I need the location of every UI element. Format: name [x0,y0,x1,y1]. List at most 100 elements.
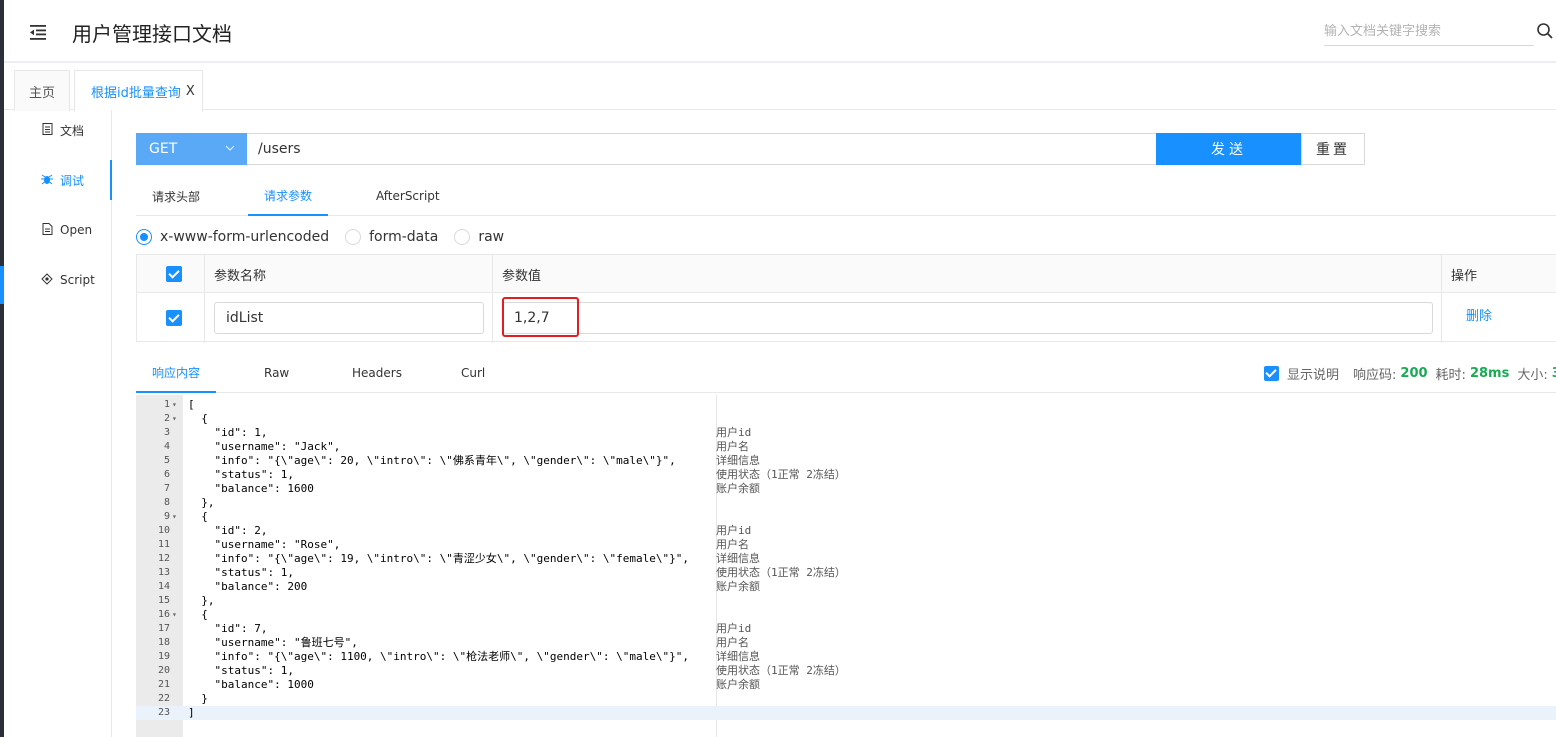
line-number: 23 [157,707,170,718]
doc-icon [40,122,54,138]
radio-dot [345,229,362,245]
code-line: 21 "balance": 1000 账户余额 [136,678,1556,692]
param-value-input[interactable]: 1,2,7 [502,302,1433,334]
code-text: }, [188,594,215,607]
fold-arrow-icon[interactable]: ▾ [172,608,177,622]
size-label: 大小: [1517,367,1548,383]
code-line: 18 "username": "鲁班七号", 用户名 [136,636,1556,650]
url-input[interactable]: /users [247,133,1157,165]
size-value: 37 [1552,366,1556,381]
field-description: 详细信息 [716,552,760,565]
line-number: 10 [157,525,170,536]
col-param-value: 参数值 [502,268,542,284]
field-description: 用户名 [716,538,749,551]
nav-label-open: Open [60,223,93,237]
side-nav: 文档 调试 Open Script [4,110,112,737]
code-line: 15 }, [136,594,1556,608]
field-description: 用户名 [716,440,749,453]
radio-label: form-data [369,229,439,245]
tab-afterscript[interactable]: AfterScript [376,176,440,216]
send-button[interactable]: 发送 [1156,133,1302,165]
show-desc-checkbox[interactable] [1264,365,1279,381]
radio-urlencoded[interactable]: x-www-form-urlencoded [136,229,329,245]
col-param-name: 参数名称 [214,268,267,284]
nav-item-script[interactable]: Script [4,260,111,300]
response-editor[interactable]: 1 ▾[2 ▾ {3 "id": 1, 用户id 4 "username": "Jack… [136,395,1556,737]
tab-batch-query[interactable]: 根据id批量查询 X [74,70,203,112]
code-line: 20 "status": 1, 使用状态（1正常 2冻结） [136,664,1556,678]
fold-arrow-icon[interactable]: ▾ [172,398,177,412]
code-line: 22 } [136,692,1556,706]
code-line: 3 "id": 1, 用户id [136,426,1556,440]
field-description: 账户余额 [716,482,760,495]
code-line: 12 "info": "{\"age\": 19, \"intro\": \"青… [136,552,1556,566]
line-number: 7 [163,483,170,494]
line-number: 4 [163,441,170,452]
search-icon[interactable] [1536,22,1554,40]
line-number: 12 [157,553,170,564]
nav-label-debug: 调试 [60,173,85,188]
code-line: 8 }, [136,496,1556,510]
code-text: { [188,608,208,621]
reset-button[interactable]: 重置 [1301,133,1365,165]
code-text: ] [188,706,195,719]
field-description: 详细信息 [716,454,760,467]
fold-arrow-icon[interactable]: ▾ [172,412,177,426]
field-description: 使用状态（1正常 2冻结） [716,566,846,579]
tab-response-raw[interactable]: Raw [264,353,289,393]
close-icon[interactable]: X [186,84,195,99]
tab-home[interactable]: 主页 [14,70,70,111]
line-number: 16 [157,609,170,620]
line-number: 5 [163,455,170,466]
code-text: "username": "鲁班七号", [188,636,358,649]
fold-arrow-icon[interactable]: ▾ [172,510,177,524]
request-subtabs: 请求头部 请求参数 AfterScript [136,176,1556,216]
search-input[interactable] [1324,16,1534,45]
field-description: 使用状态（1正常 2冻结） [716,468,846,481]
radio-raw[interactable]: raw [454,229,504,245]
status-code-label: 响应码: [1353,367,1397,383]
code-text: { [188,510,208,523]
method-select[interactable]: GET [136,133,247,165]
param-name-input[interactable]: idList [214,302,484,334]
tab-response-curl[interactable]: Curl [461,353,485,393]
nav-item-open[interactable]: Open [4,210,111,250]
params-header-row: 参数名称 参数值 操作 [137,255,1556,293]
method-value: GET [149,141,178,157]
show-desc-label: 显示说明 [1287,367,1340,383]
nav-label-doc: 文档 [60,123,85,138]
delete-link[interactable]: 删除 [1466,305,1492,324]
field-description: 用户id [716,426,752,439]
code-text: [ [188,398,195,411]
code-line: 11 "username": "Rose", 用户名 [136,538,1556,552]
time-value: 28ms [1469,365,1510,381]
code-text: "info": "{\"age\": 20, \"intro\": \"佛系青年… [188,454,676,467]
line-number: 6 [163,469,170,480]
col-separator [204,255,205,343]
tab-request-headers[interactable]: 请求头部 [152,176,200,216]
nav-item-doc[interactable]: 文档 [4,110,111,150]
tab-response-content[interactable]: 响应内容 [136,353,217,393]
select-all-checkbox[interactable] [166,266,182,282]
code-text: "info": "{\"age\": 1100, \"intro\": \"枪法… [188,650,689,663]
tab-request-params[interactable]: 请求参数 [248,176,329,216]
body-type-radios: x-www-form-urlencoded form-data raw [136,226,520,248]
menu-fold-icon[interactable] [28,22,48,42]
line-number: 15 [157,595,170,606]
code-text: "id": 2, [188,524,268,537]
tab-response-headers[interactable]: Headers [352,353,402,393]
radio-form-data[interactable]: form-data [345,229,438,245]
line-number: 8 [163,497,170,508]
response-meta: 显示说明 响应码: 200 耗时: 28ms 大小: 37 [1264,353,1556,393]
code-line: 1 ▾ [ [136,398,1556,412]
time-label: 耗时: [1435,367,1466,383]
row-checkbox[interactable] [166,310,182,326]
nav-item-debug[interactable]: 调试 [4,160,112,200]
chevron-down-icon [224,142,236,157]
field-description: 账户余额 [716,580,760,593]
nav-label-script: Script [60,273,95,287]
response-tabs: 响应内容 Raw Headers Curl 显示说明 响应码: 200 耗时: … [136,353,1556,393]
script-icon [40,272,54,288]
code-line: 17 "id": 7, 用户id [136,622,1556,636]
code-line: 5 "info": "{\"age\": 20, \"intro\": \"佛系… [136,454,1556,468]
